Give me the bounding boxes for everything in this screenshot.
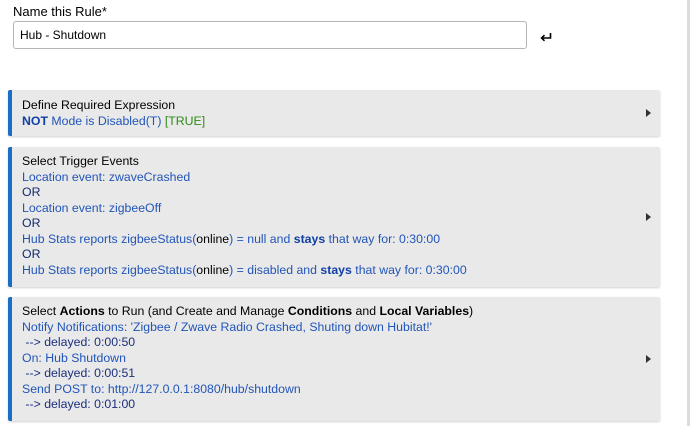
enter-return-icon[interactable] [539, 30, 553, 44]
panel-title: Define Required Expression [22, 98, 176, 112]
title-text: and [352, 304, 380, 318]
stays-keyword: stays [320, 262, 352, 277]
event-param: online [196, 262, 230, 277]
or-separator: OR [22, 216, 41, 230]
event-text: Hub Stats reports zigbeeStatus( [22, 262, 197, 277]
panel-title: Select Actions to Run (and Create and Ma… [22, 304, 473, 320]
trigger-event: Hub Stats reports zigbeeStatus(online) =… [22, 232, 467, 248]
trigger-event: Location event: zigbeeOff [22, 200, 162, 215]
or-separator: OR [22, 247, 41, 261]
actions-panel[interactable]: Select Actions to Run (and Create and Ma… [8, 297, 660, 421]
title-actions: Actions [59, 304, 105, 318]
panel-title: Select Trigger Events [22, 154, 139, 168]
title-conditions: Conditions [287, 304, 353, 318]
action-delay: --> delayed: 0:01:00 [22, 397, 136, 411]
triangle-right-icon[interactable] [646, 355, 651, 363]
action-item: On: Hub Shutdown [22, 350, 126, 365]
triangle-right-icon[interactable] [646, 213, 651, 221]
rule-name-label: Name this Rule* [13, 4, 107, 19]
expression-result: [TRUE] [164, 113, 206, 128]
stays-keyword: stays [293, 231, 326, 246]
title-text: to Run (and Create and Manage [104, 304, 288, 318]
action-item: Notify Notifications: 'Zigbee / Zwave Ra… [22, 319, 433, 334]
not-keyword: NOT [22, 113, 48, 128]
action-delay: --> delayed: 0:00:50 [22, 335, 136, 349]
title-text: Select [22, 304, 60, 318]
required-expression-panel[interactable]: Define Required Expression NOT Mode is D… [8, 90, 660, 136]
event-text: Hub Stats reports zigbeeStatus( [22, 231, 197, 246]
trigger-event: Hub Stats reports zigbeeStatus(online) =… [22, 263, 467, 279]
title-local-variables: Local Variables [379, 304, 470, 318]
event-text: that way for: 0:30:00 [325, 231, 441, 246]
event-text: ) = null and [229, 231, 294, 246]
rule-name-input[interactable]: Hub - Shutdown [13, 21, 527, 49]
expression-line: NOT Mode is Disabled(T) [TRUE] [22, 114, 205, 130]
event-text: ) = disabled and [229, 262, 321, 277]
action-item: Send POST to: http://127.0.0.1:8080/hub/… [22, 381, 301, 396]
trigger-event: Location event: zwaveCrashed [22, 169, 191, 184]
trigger-events-panel[interactable]: Select Trigger Events Location event: zw… [8, 147, 660, 287]
action-delay: --> delayed: 0:00:51 [22, 366, 136, 380]
expression-condition: Mode is Disabled(T) [47, 113, 165, 128]
or-separator: OR [22, 185, 41, 199]
triangle-right-icon[interactable] [646, 109, 651, 117]
event-param: online [196, 231, 230, 246]
title-text: ) [469, 304, 474, 318]
event-text: that way for: 0:30:00 [351, 262, 467, 277]
